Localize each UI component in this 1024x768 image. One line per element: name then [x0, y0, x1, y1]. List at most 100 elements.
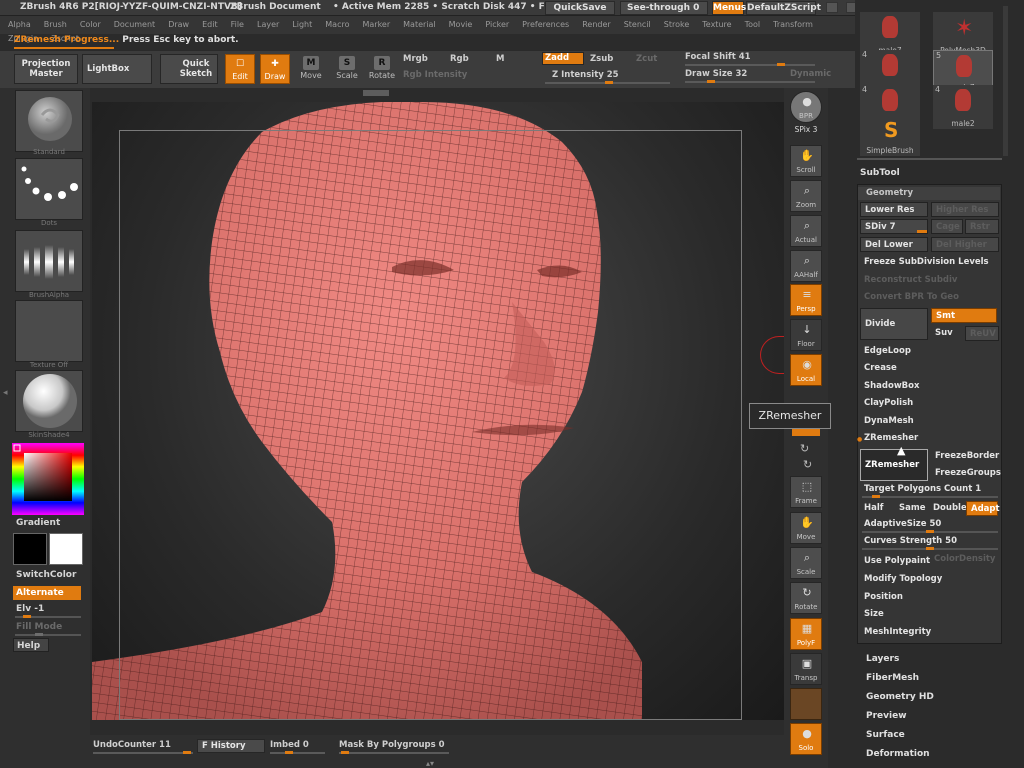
move-button[interactable]: M Move	[296, 54, 326, 84]
left-tray-arrow-icon[interactable]: ◂	[3, 388, 8, 398]
adaptivesize-knob[interactable]	[926, 530, 934, 533]
smt-toggle[interactable]: Smt	[931, 308, 997, 323]
menu-item-marker[interactable]: Marker	[354, 20, 395, 29]
menu-item-material[interactable]: Material	[395, 20, 441, 29]
scroll-button[interactable]: ✋ Scroll	[790, 145, 822, 177]
menu-item-stencil[interactable]: Stencil	[616, 20, 656, 29]
imbed-track[interactable]	[270, 751, 325, 754]
claypolish-section[interactable]: ClayPolish	[860, 396, 1000, 411]
preview-header[interactable]: Preview	[866, 711, 1006, 721]
curves-strength-track[interactable]	[862, 547, 998, 550]
target-polygons-count-slider[interactable]: Target Polygons Count 1	[860, 482, 1000, 497]
mask-by-polygroups-slider[interactable]: Mask By Polygroups 0	[339, 740, 445, 750]
stroke-picker[interactable]	[15, 158, 83, 220]
m-button[interactable]: M	[496, 54, 504, 64]
shelf-toggle-handle[interactable]	[363, 90, 389, 96]
del-lower-button[interactable]: Del Lower	[860, 237, 928, 252]
secondary-color-swatch[interactable]	[49, 533, 83, 565]
mask-by-polygroups-knob[interactable]	[341, 751, 349, 754]
reuv-button[interactable]: ReUV	[965, 326, 999, 341]
dynamic-button[interactable]: Dynamic	[790, 69, 831, 79]
shadowbox-section[interactable]: ShadowBox	[860, 379, 1000, 394]
target-polygons-knob[interactable]	[872, 495, 880, 498]
elv-slider[interactable]: Elv -1	[13, 602, 44, 616]
persp-button[interactable]: ≡ Persp	[790, 284, 822, 316]
menu-item-draw[interactable]: Draw	[160, 20, 194, 29]
elv-track[interactable]	[15, 615, 81, 618]
lower-res-button[interactable]: Lower Res	[860, 202, 928, 217]
menu-item-stroke[interactable]: Stroke	[656, 20, 695, 29]
adaptivesize-track[interactable]	[862, 530, 998, 533]
menu-item-layer[interactable]: Layer	[249, 20, 284, 29]
move-view-button[interactable]: ✋ Move	[790, 512, 822, 544]
menu-item-movie[interactable]: Movie	[441, 20, 478, 29]
zadd-button[interactable]: Zadd	[542, 52, 584, 65]
higher-res-button[interactable]: Higher Res	[931, 202, 999, 217]
menu-item-transform[interactable]: Transform	[765, 20, 818, 29]
position-section[interactable]: Position	[860, 590, 1000, 605]
z-intensity-knob[interactable]	[605, 81, 613, 84]
alpha-picker[interactable]	[15, 230, 83, 292]
zcut-button[interactable]: Zcut	[636, 54, 657, 64]
seethrough-slider[interactable]: See-through 0	[620, 1, 708, 15]
tool-thumb-simplebrush[interactable]: S SimpleBrush	[860, 120, 920, 156]
undocounter-knob[interactable]	[183, 751, 191, 754]
menu-item-file[interactable]: File	[223, 20, 249, 29]
menu-item-macro[interactable]: Macro	[317, 20, 354, 29]
rotate-view-button[interactable]: ↻ Rotate	[790, 582, 822, 614]
undocounter-track[interactable]	[93, 751, 193, 754]
geometry-hd-header[interactable]: Geometry HD	[866, 692, 1006, 702]
quicksave-button[interactable]: QuickSave	[545, 1, 615, 15]
menu-item-document[interactable]: Document	[106, 20, 160, 29]
lightbox-button[interactable]: LightBox	[82, 54, 152, 84]
scale-view-button[interactable]: ⌕ Scale	[790, 547, 822, 579]
colordensity-slider[interactable]: ColorDensity	[930, 552, 1000, 567]
f-history-button[interactable]: F History	[197, 739, 265, 753]
main-color-swatch[interactable]	[13, 533, 47, 565]
help-icon[interactable]	[826, 2, 838, 13]
menu-item-color[interactable]: Color	[72, 20, 106, 29]
surface-header[interactable]: Surface	[866, 730, 1006, 740]
fibermesh-header[interactable]: FiberMesh	[866, 673, 1006, 683]
bottom-tray-arrows-icon[interactable]: ▴▾	[426, 759, 434, 768]
local-button[interactable]: ◉ Local	[790, 354, 822, 386]
draw-size-track[interactable]	[685, 80, 815, 83]
focal-shift-track[interactable]	[685, 63, 815, 66]
texture-picker[interactable]	[15, 300, 83, 362]
geometry-header[interactable]: Geometry	[858, 187, 1000, 200]
rgb-button[interactable]: Rgb	[450, 54, 469, 64]
elv-knob[interactable]	[23, 615, 31, 618]
color-picker[interactable]	[12, 443, 84, 515]
brush-picker[interactable]	[15, 90, 83, 152]
menu-item-render[interactable]: Render	[574, 20, 615, 29]
reconstruct-subdiv-button[interactable]: Reconstruct Subdiv	[860, 273, 1000, 288]
zremesher-section[interactable]: ZRemesher	[860, 431, 1000, 446]
zsub-button[interactable]: Zsub	[590, 54, 613, 64]
focal-shift-slider[interactable]: Focal Shift 41	[685, 52, 751, 62]
target-polygons-track[interactable]	[862, 495, 998, 498]
mrgb-button[interactable]: Mrgb	[403, 54, 428, 64]
menu-item-tool[interactable]: Tool	[737, 20, 766, 29]
solo-button[interactable]: ● Solo	[790, 723, 822, 755]
floor-button[interactable]: ↓ Floor	[790, 319, 822, 351]
menu-item-light[interactable]: Light	[284, 20, 317, 29]
crease-section[interactable]: Crease	[860, 361, 1000, 376]
transp-button[interactable]: ▣ Transp	[790, 653, 822, 685]
menu-item-preferences[interactable]: Preferences	[514, 20, 574, 29]
edgeloop-section[interactable]: EdgeLoop	[860, 344, 1000, 359]
tool-thumb-male2[interactable]: 4 male2	[933, 85, 993, 129]
freezeborder-toggle[interactable]: FreezeBorder	[931, 449, 1001, 464]
fill-mode-slider[interactable]: Fill Mode	[13, 620, 62, 634]
double-button[interactable]: Double	[929, 501, 967, 516]
half-button[interactable]: Half	[860, 501, 894, 516]
menu-item-brush[interactable]: Brush	[36, 20, 72, 29]
draw-button[interactable]: ✚ Draw	[260, 54, 290, 84]
defaultzscript-button[interactable]: DefaultZScript	[746, 1, 821, 15]
suv-toggle[interactable]: Suv	[931, 326, 963, 341]
focal-shift-knob[interactable]	[777, 63, 785, 66]
menus-button[interactable]: Menus	[712, 1, 746, 15]
fill-mode-knob[interactable]	[35, 633, 43, 636]
rotate-button[interactable]: R Rotate	[367, 54, 397, 84]
switchcolor-button[interactable]: SwitchColor	[13, 568, 76, 582]
same-button[interactable]: Same	[895, 501, 929, 516]
